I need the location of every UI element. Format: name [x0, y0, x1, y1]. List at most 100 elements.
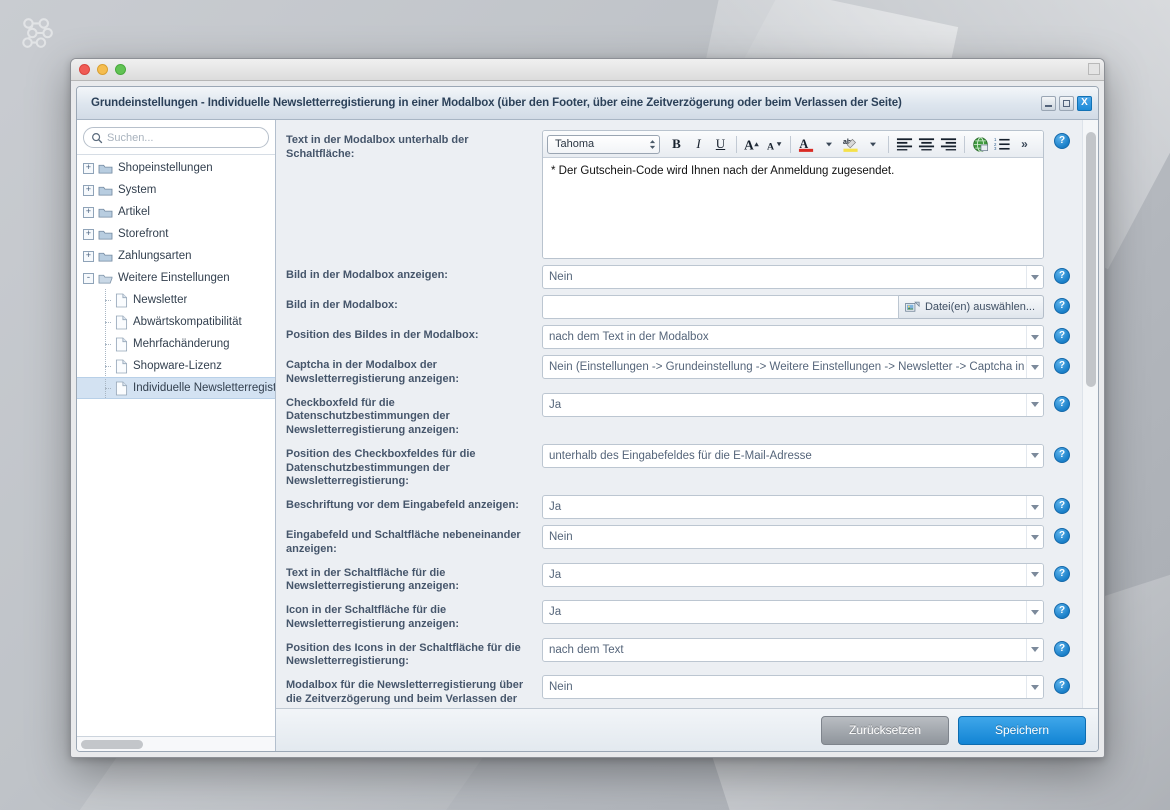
bold-button[interactable]: B: [666, 134, 687, 155]
file-path-input[interactable]: [542, 295, 899, 319]
chevron-down-icon[interactable]: [1026, 496, 1043, 518]
help-icon[interactable]: ?: [1054, 358, 1070, 374]
select-dropdown[interactable]: nach dem Text: [542, 637, 1044, 662]
sidebar-horizontal-scrollbar[interactable]: [77, 736, 275, 751]
os-close-button[interactable]: [79, 64, 90, 75]
field-control: Ja?: [542, 600, 1074, 624]
chevron-down-icon[interactable]: [1026, 601, 1043, 623]
file-icon: [115, 337, 128, 352]
os-window: Grundeinstellungen - Individuelle Newsle…: [70, 58, 1105, 758]
highlight-color-button[interactable]: [862, 134, 883, 155]
editor-content[interactable]: * Der Gutschein-Code wird Ihnen nach der…: [543, 158, 1043, 258]
help-icon[interactable]: ?: [1054, 565, 1070, 582]
form-vertical-scrollbar[interactable]: [1082, 120, 1098, 708]
chevron-down-icon[interactable]: [1026, 638, 1043, 661]
ordered-list-button[interactable]: 123: [992, 134, 1013, 155]
scrollbar-thumb[interactable]: [1086, 132, 1096, 387]
sidebar-item-newsletter[interactable]: Newsletter: [77, 289, 275, 311]
select-dropdown[interactable]: unterhalb des Eingabefeldes für die E-Ma…: [542, 443, 1044, 468]
insert-link-button[interactable]: [970, 134, 991, 155]
maximize-button[interactable]: [1059, 95, 1074, 111]
os-zoom-button[interactable]: [115, 64, 126, 75]
select-dropdown[interactable]: nach dem Text in der Modalbox: [542, 325, 1044, 349]
field-label: Bild in der Modalbox:: [286, 299, 398, 311]
help-icon[interactable]: ?: [1054, 268, 1070, 284]
help-icon[interactable]: ?: [1054, 395, 1070, 412]
chevron-down-icon[interactable]: [1026, 326, 1043, 348]
sidebar-item-shopware-lizenz[interactable]: Shopware-Lizenz: [77, 355, 275, 377]
sidebar-item-system[interactable]: + System: [77, 179, 275, 201]
window-body: + Shopeinstellungen + System + Artikel + Storef…: [77, 120, 1098, 751]
sidebar-item-individuelle-newsletterregistierung[interactable]: Individuelle Newsletterregistierung: [77, 377, 275, 399]
align-center-button[interactable]: [916, 134, 937, 155]
text-color-icon: A: [798, 136, 814, 152]
select-dropdown[interactable]: Ja: [542, 495, 1044, 519]
save-button[interactable]: Speichern: [958, 715, 1086, 745]
highlight-color-button[interactable]: ab: [840, 134, 861, 155]
overflow-button[interactable]: »: [1014, 134, 1035, 155]
select-dropdown[interactable]: Ja: [542, 392, 1044, 417]
select-dropdown[interactable]: Ja: [542, 562, 1044, 587]
file-icon: [115, 359, 128, 374]
chevron-down-icon[interactable]: [1026, 563, 1043, 586]
close-button[interactable]: X: [1077, 95, 1092, 111]
text-color-button[interactable]: A: [796, 134, 817, 155]
os-minimize-button[interactable]: [97, 64, 108, 75]
reset-button[interactable]: Zurücksetzen: [821, 715, 949, 745]
help-icon[interactable]: ?: [1054, 133, 1070, 149]
help-icon[interactable]: ?: [1054, 640, 1070, 657]
help-icon[interactable]: ?: [1054, 603, 1070, 619]
sidebar-item-abwärtskompatibilität[interactable]: Abwärtskompatibilität: [77, 311, 275, 333]
help-icon[interactable]: ?: [1054, 298, 1070, 314]
search-input[interactable]: [107, 131, 261, 144]
sidebar-item-storefront[interactable]: + Storefront: [77, 223, 275, 245]
settings-tree[interactable]: + Shopeinstellungen + System + Artikel + Storef…: [77, 154, 275, 736]
sidebar-item-artikel[interactable]: + Artikel: [77, 201, 275, 223]
sidebar-item-shopeinstellungen[interactable]: + Shopeinstellungen: [77, 157, 275, 179]
select-dropdown[interactable]: Nein: [542, 265, 1044, 289]
chevron-down-icon[interactable]: [1026, 526, 1043, 548]
select-dropdown[interactable]: Nein: [542, 675, 1044, 699]
chevron-down-icon[interactable]: [1026, 393, 1043, 416]
sidebar-item-label: Mehrfachänderung: [133, 338, 230, 350]
sidebar-item-zahlungsarten[interactable]: + Zahlungsarten: [77, 245, 275, 267]
select-dropdown[interactable]: Nein (Einstellungen -> Grundeinstellung …: [542, 355, 1044, 379]
expand-icon[interactable]: +: [83, 250, 94, 262]
chevron-down-icon[interactable]: [1026, 444, 1043, 467]
underline-button[interactable]: U: [710, 134, 731, 155]
help-icon[interactable]: ?: [1054, 678, 1070, 694]
select-dropdown[interactable]: Nein: [542, 525, 1044, 549]
field-control: Nein?: [542, 265, 1074, 289]
os-resize-handle[interactable]: [1088, 63, 1100, 75]
decrease-font-button[interactable]: A: [764, 134, 785, 155]
help-icon[interactable]: ?: [1054, 528, 1070, 544]
sidebar: + Shopeinstellungen + System + Artikel + Storef…: [77, 120, 276, 751]
italic-button[interactable]: I: [688, 134, 709, 155]
scrollbar-thumb[interactable]: [81, 740, 143, 749]
help-icon[interactable]: ?: [1054, 446, 1070, 463]
expand-icon[interactable]: +: [83, 184, 94, 196]
expand-icon[interactable]: +: [83, 228, 94, 240]
help-icon[interactable]: ?: [1054, 498, 1070, 514]
collapse-icon[interactable]: -: [83, 272, 94, 284]
sidebar-item-weitere-einstellungen[interactable]: - Weitere Einstellungen: [77, 267, 275, 289]
chevron-down-icon[interactable]: [1026, 266, 1043, 288]
choose-files-button[interactable]: Datei(en) auswählen...: [898, 295, 1044, 319]
help-icon[interactable]: ?: [1054, 328, 1070, 344]
expand-icon[interactable]: +: [83, 206, 94, 218]
minimize-button[interactable]: [1041, 95, 1056, 111]
text-color-button[interactable]: [818, 134, 839, 155]
increase-font-button[interactable]: A: [742, 134, 763, 155]
os-titlebar[interactable]: [71, 59, 1104, 81]
sidebar-item-mehrfachänderung[interactable]: Mehrfachänderung: [77, 333, 275, 355]
chevron-down-icon[interactable]: [1026, 676, 1043, 698]
expand-icon[interactable]: +: [83, 162, 94, 174]
chevron-down-icon[interactable]: [1026, 356, 1043, 378]
align-left-button[interactable]: [894, 134, 915, 155]
select-dropdown[interactable]: Ja: [542, 600, 1044, 624]
field-label: Captcha in der Modalbox der Newsletterre…: [286, 359, 459, 385]
align-right-button[interactable]: [938, 134, 959, 155]
field-control: Nein (Einstellungen -> Grundeinstellung …: [542, 355, 1074, 379]
search-box[interactable]: [83, 127, 269, 148]
font-family-select[interactable]: Tahoma: [547, 134, 660, 154]
